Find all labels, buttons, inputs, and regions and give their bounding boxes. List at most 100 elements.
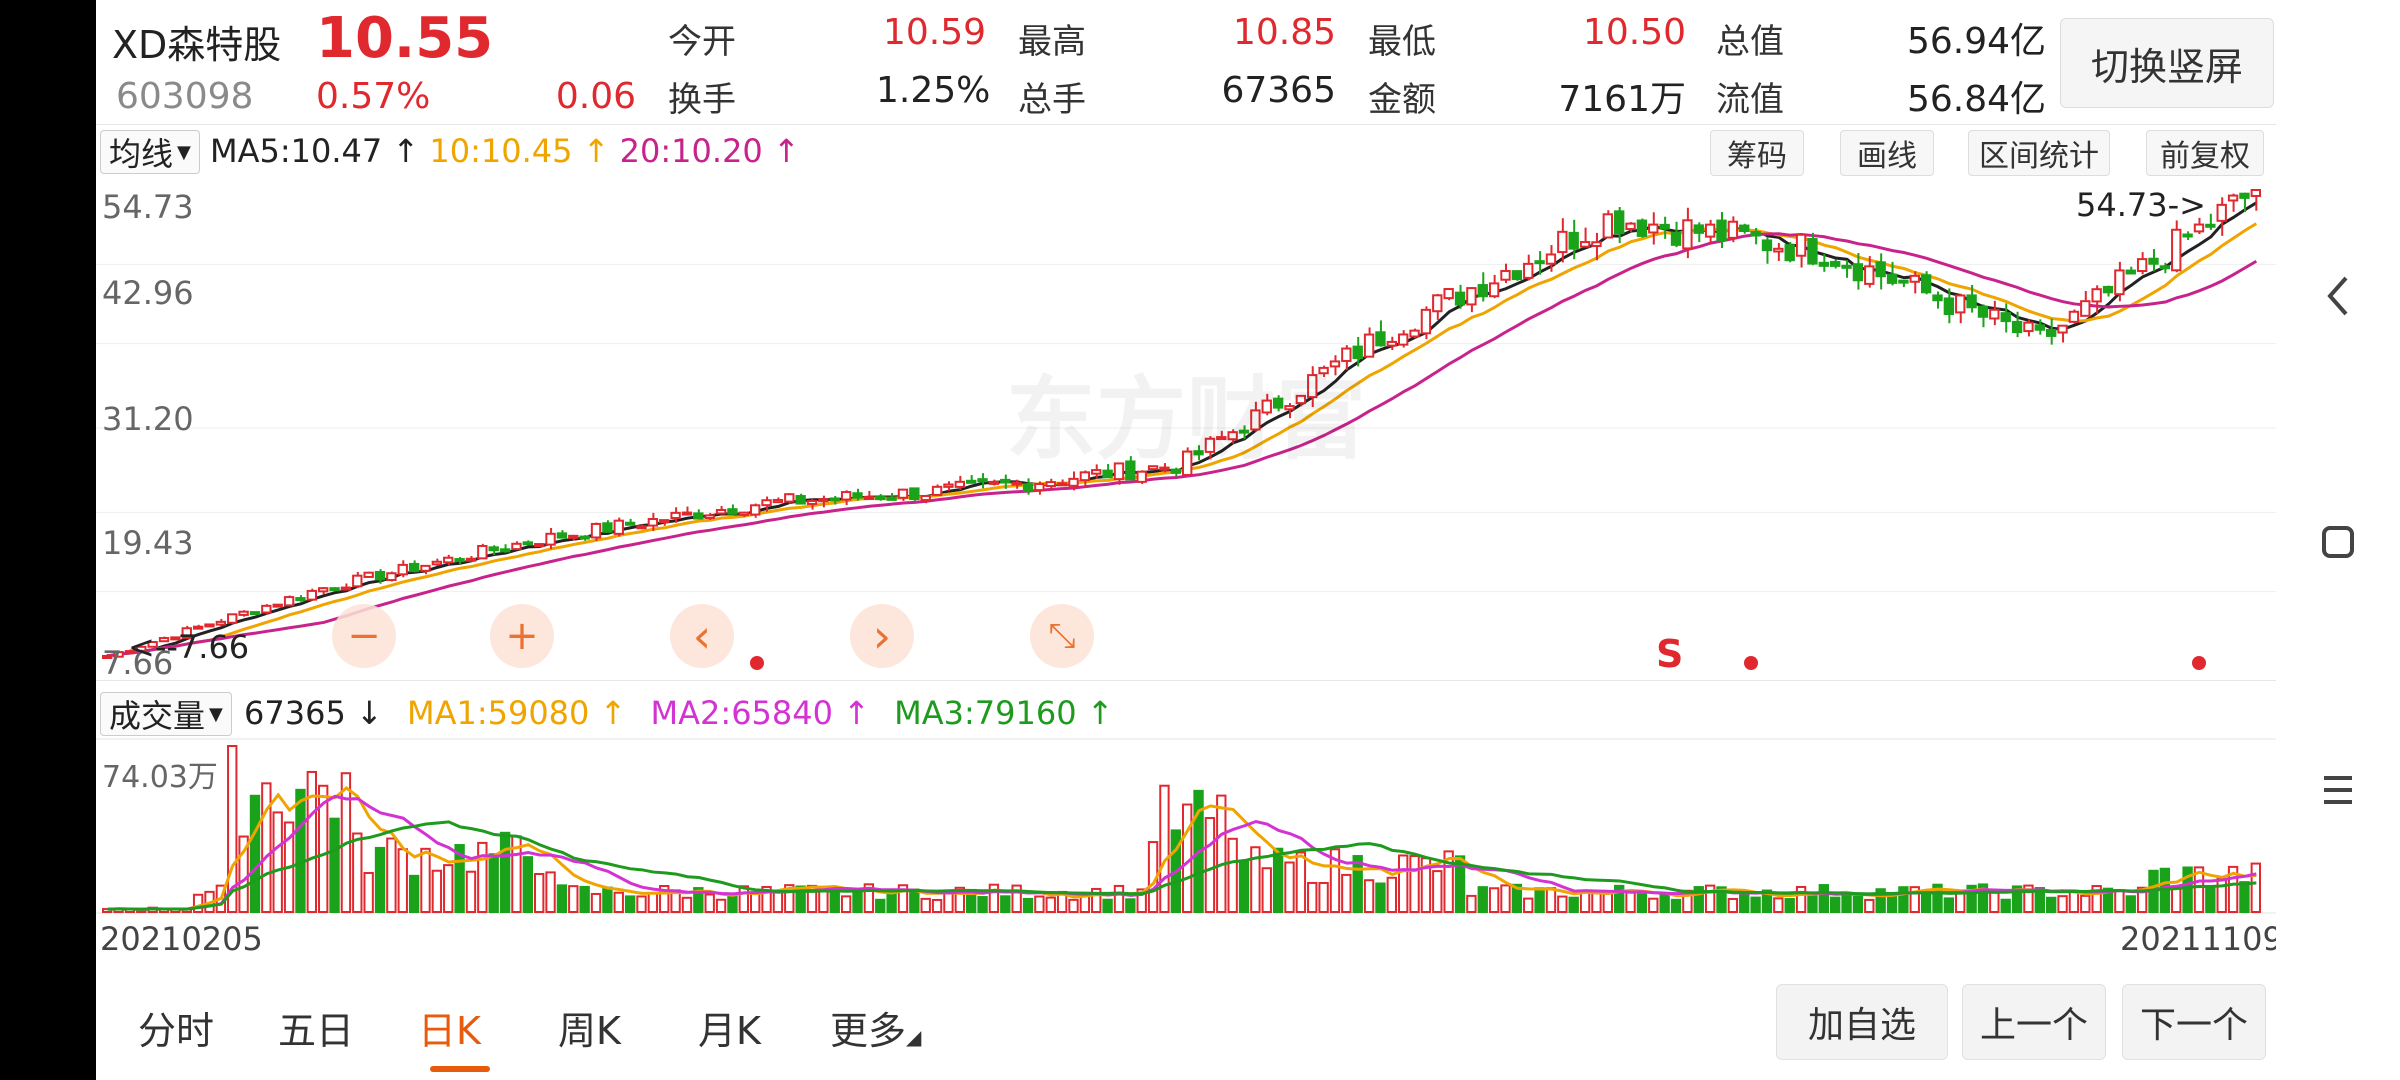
- candle-down: [1477, 284, 1488, 298]
- tab-more[interactable]: 更多◢: [830, 1000, 921, 1055]
- candle-up: [397, 563, 408, 576]
- y-label-max: 54.73: [102, 188, 194, 226]
- tab-more-label: 更多: [830, 1009, 907, 1053]
- range-stats-button[interactable]: 区间统计: [1968, 130, 2110, 176]
- scroll-right-button[interactable]: ›: [850, 604, 914, 668]
- recents-icon[interactable]: [2318, 770, 2358, 810]
- candle-down: [852, 492, 863, 499]
- candle-up: [943, 483, 954, 488]
- candle-up: [2216, 203, 2227, 222]
- candle-up: [204, 623, 215, 628]
- candle-down: [2205, 223, 2216, 228]
- previous-stock-button[interactable]: 上一个: [1962, 984, 2106, 1060]
- volume-bar-down: [886, 891, 897, 913]
- candle-down: [1659, 223, 1670, 230]
- vol-ma3-arrow-icon: ↑: [1086, 694, 1114, 732]
- volume-bar-down: [624, 895, 636, 913]
- candle-up: [931, 485, 943, 496]
- ma-indicator-select[interactable]: 均线 ▼: [100, 130, 200, 174]
- candle-down: [1670, 231, 1682, 246]
- end-date: 20211109: [2120, 920, 2283, 958]
- candle-down: [1761, 239, 1773, 252]
- add-watchlist-button[interactable]: 加自选: [1776, 984, 1948, 1060]
- zoom-in-button[interactable]: +: [490, 604, 554, 668]
- candle-up: [1398, 333, 1409, 346]
- candle-down: [1966, 294, 1977, 309]
- candle-up: [1727, 220, 1739, 239]
- candle-up: [818, 498, 829, 503]
- tab-weekly-k[interactable]: 周K: [558, 1000, 621, 1055]
- candle-up: [840, 491, 852, 501]
- volume-bar-up: [1398, 854, 1409, 913]
- candle-down: [556, 532, 568, 539]
- forward-adjust-button[interactable]: 前复权: [2146, 130, 2264, 176]
- candle-down: [2034, 324, 2046, 331]
- tab-monthly-k[interactable]: 月K: [698, 1000, 761, 1055]
- zoom-out-button[interactable]: −: [332, 604, 396, 668]
- candle-down: [374, 570, 386, 581]
- candle-down: [1977, 305, 1989, 318]
- volume-bar-up: [443, 864, 454, 914]
- volume-bar-down: [1568, 896, 1579, 914]
- volume-bar-up: [1488, 887, 1500, 913]
- reset-zoom-button[interactable]: ⤡: [1030, 604, 1094, 668]
- volume-bar-up: [386, 837, 397, 913]
- switch-portrait-button[interactable]: 切换竖屏: [2060, 18, 2274, 108]
- candle-down: [1716, 219, 1727, 242]
- back-icon[interactable]: [2320, 272, 2356, 320]
- candle-down: [2239, 192, 2250, 199]
- next-stock-button[interactable]: 下一个: [2122, 984, 2266, 1060]
- signal-dot: [2192, 656, 2206, 670]
- chips-button[interactable]: 筹码: [1710, 130, 1804, 176]
- volume-chart[interactable]: [96, 738, 2276, 914]
- candle-down: [2125, 269, 2136, 275]
- candle-up: [613, 519, 624, 535]
- candle-up: [363, 571, 374, 578]
- candle-up: [352, 574, 363, 588]
- candle-up: [2068, 310, 2080, 323]
- header-divider: [96, 124, 2276, 125]
- candle-down: [1693, 224, 1704, 234]
- ma5-arrow-icon: ↑: [392, 132, 420, 170]
- candle-down: [1454, 291, 1466, 306]
- price-chart[interactable]: 东方财富: [96, 180, 2276, 676]
- volume-bar-up: [1466, 894, 1477, 913]
- candle-up: [2023, 321, 2034, 333]
- volume-bar-down: [1750, 896, 1761, 914]
- volume-indicator-select[interactable]: 成交量 ▼: [100, 692, 232, 736]
- stock-detail-screen: XD森特股 10.55 603098 0.57% 0.06 今开 10.59 最…: [96, 0, 2283, 1080]
- volume-bar-down: [2000, 898, 2011, 914]
- volume-bar-up: [1500, 884, 1511, 914]
- volume-bar-up: [1227, 837, 1238, 913]
- candle-up: [1386, 340, 1398, 347]
- total-hands-value: 67365: [1221, 70, 1336, 111]
- signal-dot: [750, 656, 764, 670]
- volume-bar-up: [1216, 794, 1227, 913]
- candle-up: [670, 511, 681, 520]
- volume-bar-down: [1102, 898, 1113, 913]
- volume-bar-down: [374, 846, 386, 913]
- y-label-3: 31.20: [102, 400, 194, 438]
- tab-daily-k[interactable]: 日K: [418, 1000, 481, 1055]
- candle-up: [238, 610, 249, 616]
- candle-up: [806, 499, 818, 505]
- candle-up: [215, 620, 227, 626]
- watermark: 东方财富: [1006, 367, 1366, 472]
- draw-line-button[interactable]: 画线: [1840, 130, 1934, 176]
- more-corner-icon: ◢: [906, 1025, 922, 1049]
- scroll-left-button[interactable]: ‹: [670, 604, 734, 668]
- volume-bar-down: [249, 794, 261, 914]
- tab-intraday[interactable]: 分时: [138, 1000, 214, 1055]
- volume-bar-down: [1739, 891, 1750, 913]
- ma20-value: 20:10.20: [619, 132, 763, 170]
- tab-five-day[interactable]: 五日: [278, 1000, 354, 1055]
- volume-bar-down: [488, 853, 499, 913]
- volume-bar-up: [840, 895, 852, 913]
- candle-up: [738, 511, 750, 516]
- volume-bar-up: [1034, 895, 1045, 913]
- candle-up: [1068, 477, 1079, 487]
- candle-up: [1056, 482, 1068, 487]
- home-icon[interactable]: [2318, 522, 2358, 562]
- candle-up: [443, 556, 454, 564]
- volume-bar-up: [545, 871, 556, 913]
